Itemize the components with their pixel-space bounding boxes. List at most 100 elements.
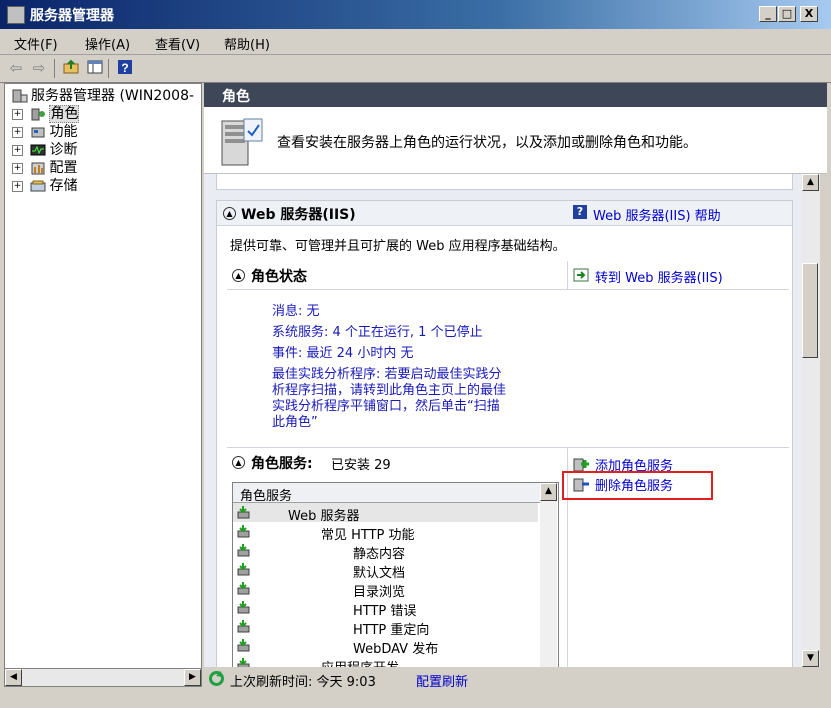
role-status-title: 角色状态	[251, 269, 307, 285]
collapse-role-status-icon[interactable]: ▲	[232, 269, 245, 282]
goto-icon[interactable]	[573, 268, 589, 282]
toolbar-divider	[54, 59, 55, 78]
expand-configuration-button[interactable]: +	[12, 162, 23, 174]
tree-item-configuration[interactable]: + 配置	[12, 157, 78, 176]
role-status-header: ▲ 角色状态 转到 Web 服务器(IIS)	[227, 261, 789, 290]
remove-role-services-icon[interactable]	[573, 476, 589, 492]
goto-web-server-link[interactable]: 转到 Web 服务器(IIS)	[595, 267, 723, 286]
panel-header-title: 角色	[222, 89, 250, 105]
back-arrow-icon[interactable]: ⇦	[7, 59, 25, 77]
installed-icon	[237, 620, 250, 633]
last-refresh-text: 上次刷新时间: 今天 9:03	[230, 675, 376, 690]
list-item[interactable]: 目录浏览	[233, 579, 538, 600]
role-services-title: 角色服务:	[251, 456, 313, 472]
diagnostics-icon	[30, 144, 46, 156]
installed-icon	[237, 506, 250, 519]
navigation-tree: 服务器管理器 (WIN2008- + 角色 + 功能 + 诊断 + 配置 + 存…	[4, 83, 202, 669]
tree-item-roles[interactable]: + 角色	[12, 103, 80, 123]
installed-icon	[237, 582, 250, 595]
tree-item-storage[interactable]: + 存储	[12, 175, 78, 194]
show-hide-tree-icon[interactable]	[86, 59, 104, 77]
tree-item-diagnostics[interactable]: + 诊断	[12, 139, 77, 158]
installed-icon	[237, 658, 250, 667]
web-server-help-icon[interactable]: ?	[573, 205, 587, 219]
banner-description: 查看安装在服务器上角色的运行状况，以及添加或删除角色和功能。	[277, 135, 697, 151]
help-icon[interactable]: ?	[116, 59, 134, 77]
list-scrollbar-track[interactable]	[540, 501, 557, 667]
tree-item-label: 功能	[49, 124, 78, 140]
tree-item-label: 配置	[49, 160, 78, 176]
forward-arrow-icon[interactable]: ⇨	[30, 59, 48, 77]
add-role-services-icon[interactable]	[573, 456, 589, 472]
roles-content: ▲ Web 服务器(IIS) ? Web 服务器(IIS) 帮助 提供可靠、可管…	[204, 174, 801, 667]
configuration-icon	[31, 162, 45, 175]
list-item[interactable]: 应用程序开发	[233, 655, 538, 667]
scroll-left-button[interactable]: ◀	[5, 669, 22, 686]
bpa-line-4: 此角色”	[272, 415, 318, 430]
tree-root-label: 服务器管理器 (WIN2008-	[31, 88, 195, 104]
list-item[interactable]: HTTP 重定向	[233, 617, 538, 638]
tree-root[interactable]: 服务器管理器 (WIN2008-	[9, 85, 195, 104]
web-server-help-link[interactable]: Web 服务器(IIS) 帮助	[593, 205, 721, 224]
close-button[interactable]: X	[800, 6, 818, 22]
expand-roles-button[interactable]: +	[12, 108, 23, 120]
list-scroll-up-button[interactable]: ▲	[540, 483, 557, 501]
list-item[interactable]: 静态内容	[233, 541, 538, 562]
content-scroll-down-button[interactable]: ▼	[802, 650, 819, 667]
expand-features-button[interactable]: +	[12, 126, 23, 138]
list-item[interactable]: Web 服务器	[233, 503, 538, 524]
expand-storage-button[interactable]: +	[12, 180, 23, 192]
web-server-section-header: ▲ Web 服务器(IIS) ? Web 服务器(IIS) 帮助	[217, 201, 792, 226]
scroll-right-button[interactable]: ▶	[184, 669, 201, 686]
collapse-web-server-icon[interactable]: ▲	[223, 207, 236, 220]
window-title: 服务器管理器	[30, 8, 114, 24]
collapse-role-services-icon[interactable]: ▲	[232, 456, 245, 469]
menu-file[interactable]: 文件(F)	[14, 34, 58, 53]
list-header[interactable]: 角色服务	[233, 483, 540, 504]
roles-banner: 查看安装在服务器上角色的运行状况，以及添加或删除角色和功能。	[204, 107, 827, 174]
title-bar: 服务器管理器 _ □ X	[0, 0, 831, 29]
list-header-label: 角色服务	[240, 489, 293, 504]
remove-role-services-link[interactable]: 删除角色服务	[595, 475, 673, 494]
installed-icon	[237, 601, 250, 614]
refresh-icon[interactable]	[208, 670, 225, 687]
menu-help[interactable]: 帮助(H)	[224, 34, 270, 53]
content-vertical-scrollbar[interactable]: ▲ ▼	[801, 174, 820, 667]
tree-item-features[interactable]: + 功能	[12, 121, 78, 140]
status-events: 事件: 最近 24 小时内 无	[272, 346, 414, 361]
tree-item-label: 存储	[49, 178, 78, 194]
expand-diagnostics-button[interactable]: +	[12, 144, 23, 156]
installed-icon	[237, 639, 250, 652]
list-item-label: 应用程序开发	[321, 657, 399, 667]
status-bar: 上次刷新时间: 今天 9:03 配置刷新	[204, 668, 831, 690]
content-scroll-thumb[interactable]	[802, 263, 818, 358]
role-services-installed: 已安装 29	[331, 458, 391, 473]
list-item[interactable]: 常见 HTTP 功能	[233, 522, 538, 543]
app-icon	[7, 6, 25, 24]
top-section-strip	[216, 174, 793, 190]
svg-text:?: ?	[121, 61, 128, 75]
menu-view[interactable]: 查看(V)	[155, 34, 200, 53]
toolbar-divider-2	[108, 59, 109, 78]
role-services-list[interactable]: 角色服务 ▲ Web 服务器 常见 HTTP 功能 静态内容 默认文档 目录浏览…	[232, 482, 559, 667]
content-scroll-up-button[interactable]: ▲	[802, 174, 819, 191]
configure-refresh-link[interactable]: 配置刷新	[416, 671, 468, 690]
server-roles-icon	[221, 118, 263, 166]
up-folder-icon[interactable]	[62, 59, 80, 77]
panel-header: 角色	[204, 83, 827, 107]
features-icon	[31, 127, 45, 138]
server-manager-icon	[12, 89, 28, 103]
minimize-button[interactable]: _	[759, 6, 777, 22]
storage-icon	[30, 180, 46, 192]
list-item[interactable]: 默认文档	[233, 560, 538, 581]
tree-horizontal-scrollbar[interactable]: ◀ ▶	[4, 668, 202, 687]
list-item[interactable]: HTTP 错误	[233, 598, 538, 619]
list-item[interactable]: WebDAV 发布	[233, 636, 538, 657]
maximize-button[interactable]: □	[778, 6, 796, 22]
web-server-title: Web 服务器(IIS)	[241, 207, 356, 223]
menu-action[interactable]: 操作(A)	[85, 34, 130, 53]
status-message: 消息: 无	[272, 304, 320, 319]
toolbar: ⇦ ⇨ ?	[0, 55, 831, 83]
installed-icon	[237, 525, 250, 538]
status-system-services: 系统服务: 4 个正在运行, 1 个已停止	[272, 325, 483, 340]
